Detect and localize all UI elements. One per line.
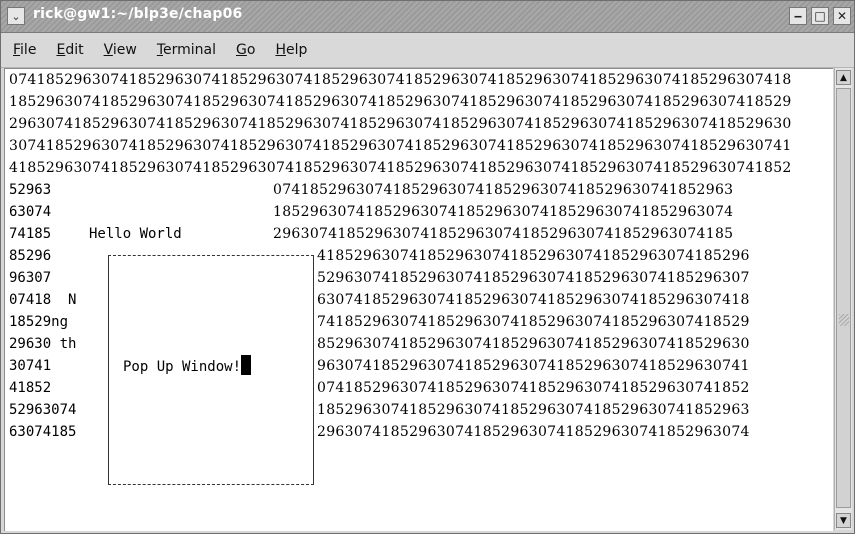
close-button[interactable]: ✕ <box>833 7 851 25</box>
terminal-left-fragment: 18529ng <box>9 314 69 330</box>
scroll-grip-icon <box>839 314 849 326</box>
terminal-left-fragment: 74185 <box>9 226 52 242</box>
menu-view[interactable]: View <box>94 42 147 58</box>
menu-edit[interactable]: Edit <box>46 42 93 58</box>
scroll-thumb[interactable] <box>836 88 851 508</box>
popup-text: Pop Up Window! <box>123 355 252 377</box>
menu-go[interactable]: Go <box>226 42 265 58</box>
window-menu-icon[interactable]: ⌄ <box>7 7 25 25</box>
menu-bar: File Edit View Terminal Go Help <box>1 33 854 68</box>
scroll-up-arrow-icon[interactable]: ▲ <box>836 70 851 85</box>
scroll-down-arrow-icon[interactable]: ▼ <box>836 513 851 528</box>
terminal-right-fragment: 9630741852963074185296307418529630741852… <box>317 358 750 374</box>
terminal-left-fragment: 52963074 <box>9 402 77 418</box>
terminal-left-fragment: 29630 th <box>9 336 77 352</box>
terminal-left-fragment: 96307 <box>9 270 52 286</box>
minimize-button[interactable]: ‒ <box>789 7 807 25</box>
terminal-right-fragment: 5296307418529630741852963074185296307418… <box>317 270 750 286</box>
terminal-right-fragment: 1852963074185296307418529630741852963074… <box>317 402 750 418</box>
terminal-right-fragment: 4185296307418529630741852963074185296307… <box>317 248 750 264</box>
terminal-line: 2963074185296307418529630741852963074185… <box>9 116 792 132</box>
terminal-left-fragment: 52963 <box>9 182 52 198</box>
terminal-line: 4185296307418529630741852963074185296307… <box>9 160 792 176</box>
menu-file[interactable]: File <box>1 42 46 58</box>
terminal-left-fragment: 41852 <box>9 380 52 396</box>
terminal-left-fragment: 63074185 <box>9 424 77 440</box>
terminal-left-fragment: 63074 <box>9 204 52 220</box>
terminal-line: 3074185296307418529630741852963074185296… <box>9 138 792 154</box>
terminal-left-fragment: 85296 <box>9 248 52 264</box>
terminal-window: ⌄ rick@gw1:~/blp3e/chap06 ‒ □ ✕ File Edi… <box>0 0 855 534</box>
terminal-left-fragment: 30741 <box>9 358 52 374</box>
terminal-left-fragment: 07418 N <box>9 292 77 308</box>
terminal-right-fragment: 2963074185296307418529630741852963074185… <box>317 424 750 440</box>
terminal-right-fragment: 1852963074185296307418529630741852963074… <box>273 204 734 220</box>
terminal-right-fragment: 0741852963074185296307418529630741852963… <box>273 182 734 198</box>
terminal-right-fragment: 7418529630741852963074185296307418529630… <box>317 314 750 330</box>
menu-help[interactable]: Help <box>265 42 317 58</box>
menu-terminal[interactable]: Terminal <box>147 42 226 58</box>
terminal-output[interactable]: 0741852963074185296307418529630741852963… <box>4 68 833 531</box>
terminal-right-fragment: 0741852963074185296307418529630741852963… <box>317 380 750 396</box>
title-bar[interactable]: ⌄ rick@gw1:~/blp3e/chap06 ‒ □ ✕ <box>1 1 854 33</box>
text-cursor <box>241 355 252 375</box>
terminal-right-fragment: 2963074185296307418529630741852963074185… <box>273 226 734 242</box>
terminal-right-fragment: 8529630741852963074185296307418529630741… <box>317 336 750 352</box>
vertical-scrollbar[interactable]: ▲ ▼ <box>834 68 852 530</box>
window-title: rick@gw1:~/blp3e/chap06 <box>33 6 243 22</box>
terminal-line: 1852963074185296307418529630741852963074… <box>9 94 792 110</box>
terminal-line: 0741852963074185296307418529630741852963… <box>9 72 792 88</box>
terminal-right-fragment: 6307418529630741852963074185296307418529… <box>317 292 750 308</box>
maximize-button[interactable]: □ <box>811 7 829 25</box>
hello-world-text: Hello World <box>89 226 182 242</box>
